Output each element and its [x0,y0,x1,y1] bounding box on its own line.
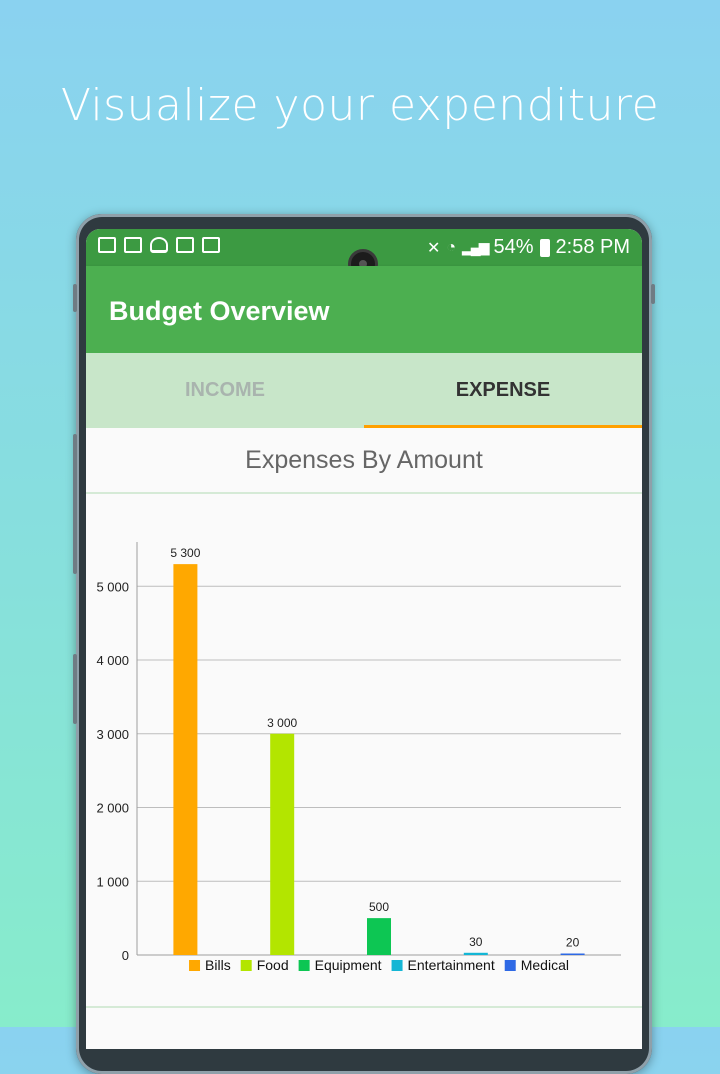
bar-value-label: 20 [566,936,580,950]
tab-bar: INCOME EXPENSE [86,353,642,428]
phone-screen: ✕ ◔ ▂▄▆ 54% 2:58 PM Budget Overview INCO… [86,229,642,1049]
phone-side-button [73,284,77,312]
mute-icon: ✕ [426,239,441,257]
legend-swatch [240,960,252,971]
legend-swatch [298,960,310,971]
expenses-bar-chart: 0 1 000 2 000 3 000 4 000 5 000 5 300 3 000 500 3… [96,542,621,973]
image-icon [176,237,194,253]
phone-power-button [651,284,655,304]
y-tick-label: 5 000 [96,579,129,594]
chart-title: Expenses By Amount [86,428,642,494]
status-bar: ✕ ◔ ▂▄▆ 54% 2:58 PM [86,229,642,279]
battery-percent: 54% [493,236,534,258]
phone-volume-button [73,434,77,574]
calendar-30-icon [98,237,116,253]
legend-label: Bills [205,957,231,973]
clock: 2:58 PM [555,236,630,258]
legend-swatch [189,960,201,971]
divider [86,1006,642,1008]
app-title: Budget Overview [109,296,330,326]
battery-icon [539,238,550,257]
legend-label: Medical [521,957,569,973]
bar-medical [560,953,585,955]
legend-label: Entertainment [408,957,495,973]
y-tick-label: 0 [122,948,129,963]
y-tick-label: 4 000 [96,653,129,668]
legend-label: Equipment [315,957,382,973]
calendar-icon [124,237,142,253]
app-bar: Budget Overview [86,266,642,353]
bar-value-label: 3 000 [267,716,297,730]
bar-food [270,733,295,955]
phone-bixby-button [73,654,77,724]
bar-value-label: 30 [469,935,483,949]
legend-label: Food [257,957,289,973]
tab-expense[interactable]: EXPENSE [364,353,642,428]
activity-icon [202,237,220,253]
legend-swatch [391,960,403,971]
bell-icon [150,237,168,253]
legend-swatch [504,960,516,971]
chart-legend: Bills Food Equipment Entertainment Medical [189,957,569,973]
bar-value-label: 5 300 [170,546,200,560]
y-tick-label: 3 000 [96,727,129,742]
headline: Visualize your expenditure [60,80,660,131]
bar-entertainment [463,952,488,955]
signal-icon: ▂▄▆ [462,239,489,255]
y-tick-label: 1 000 [96,874,129,889]
bar-equipment [367,918,391,955]
tab-income[interactable]: INCOME [86,353,364,428]
bar-bills [173,564,198,955]
bar-value-label: 500 [369,900,389,914]
wifi-icon: ◔ [446,238,457,256]
y-tick-label: 2 000 [96,801,129,816]
